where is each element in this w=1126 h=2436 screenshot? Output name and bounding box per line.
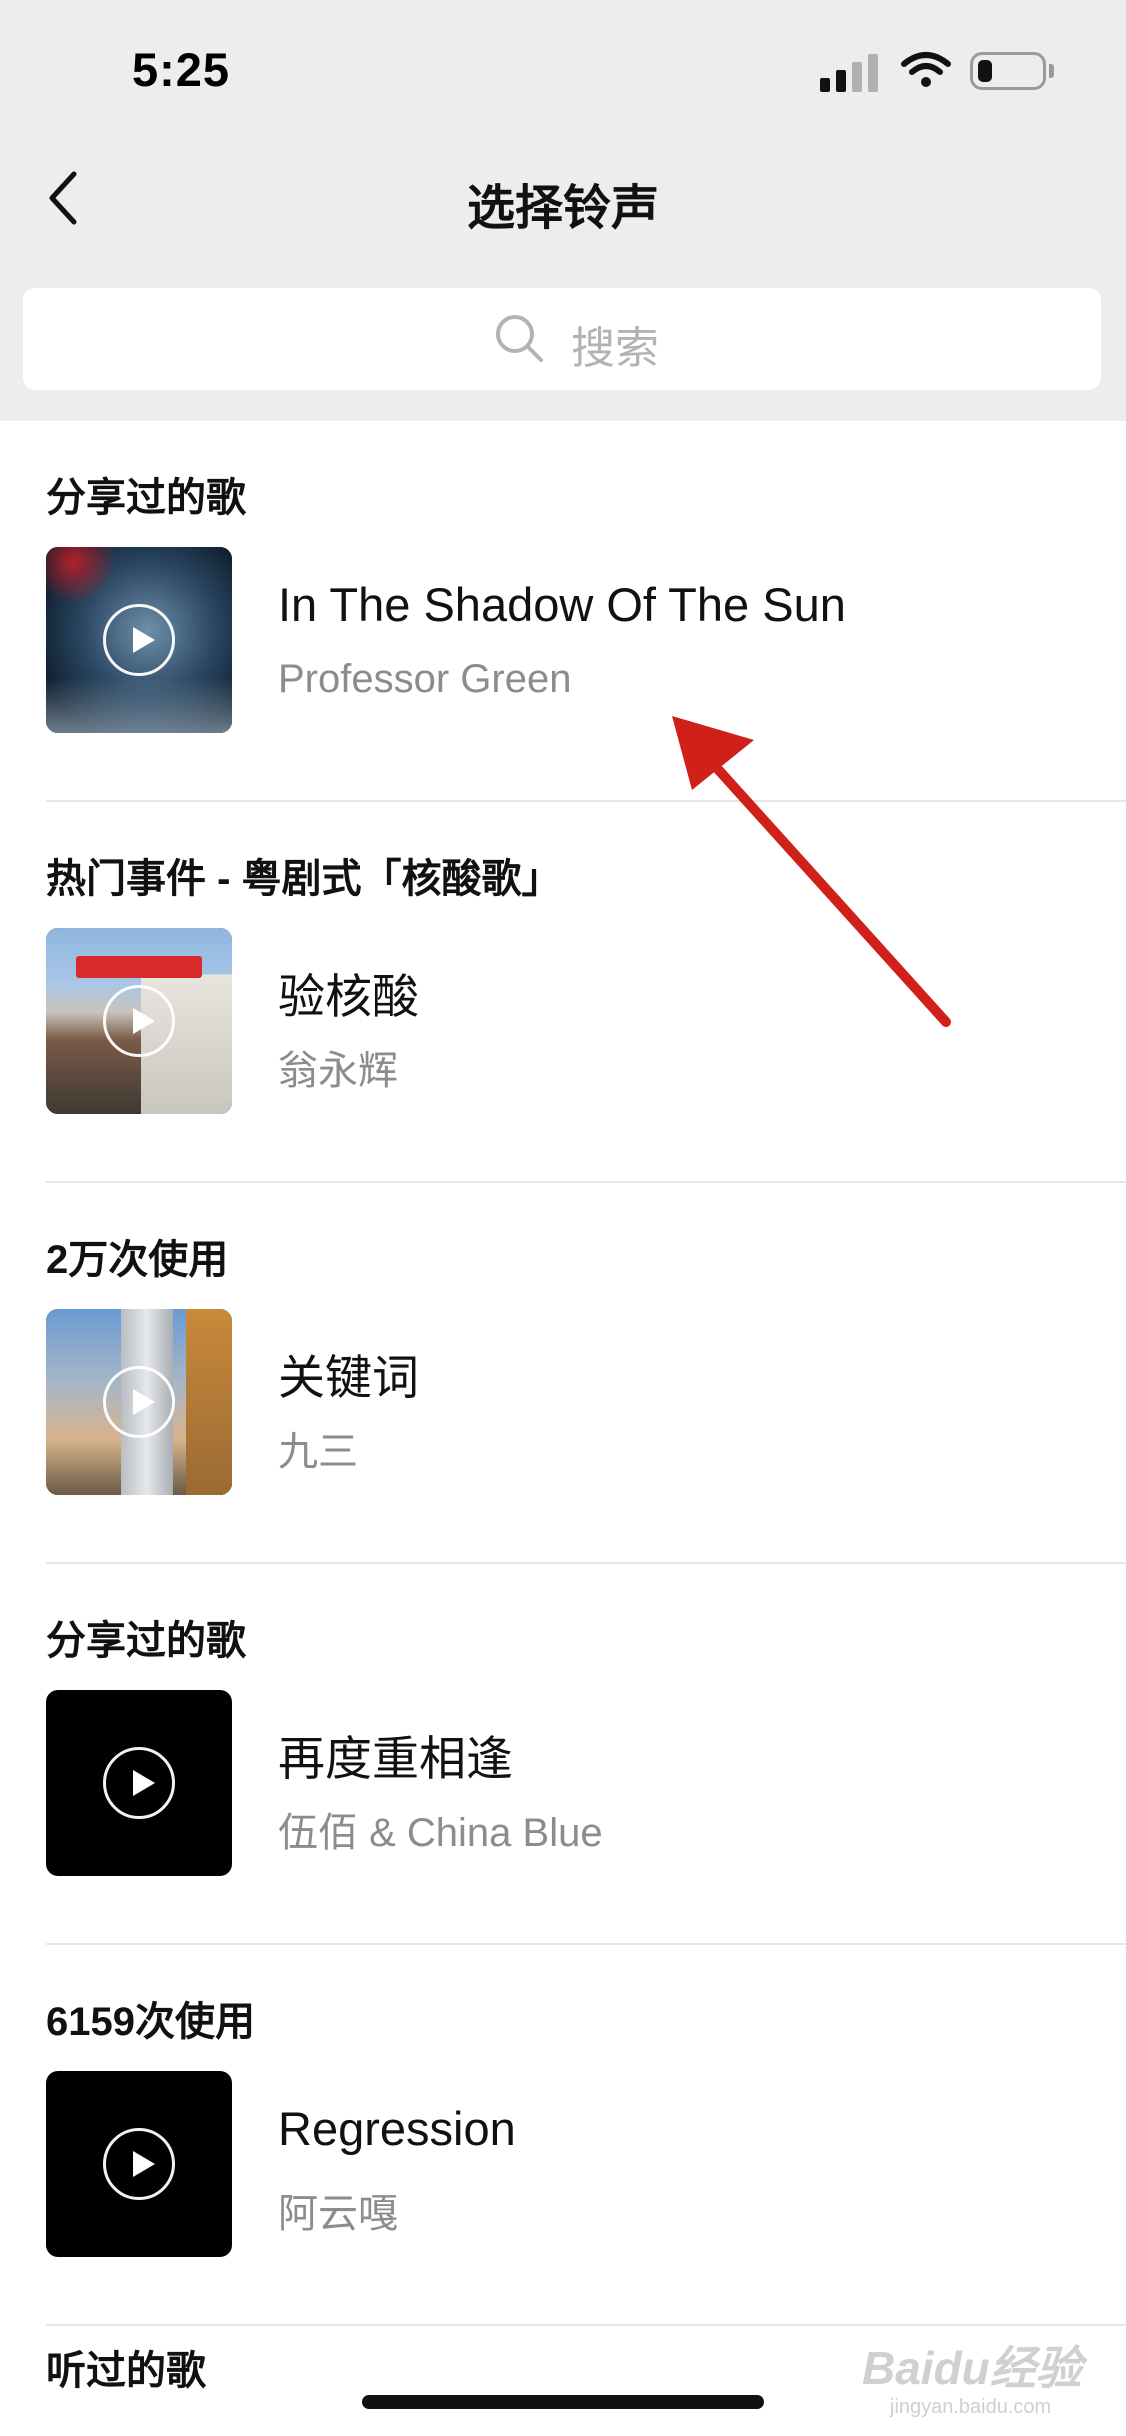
- watermark-url: jingyan.baidu.com: [890, 2396, 1052, 2418]
- annotation-arrow: [672, 716, 951, 1027]
- watermark: Baidu经验 jingyan.baidu.com: [862, 2326, 1102, 2426]
- home-indicator[interactable]: [362, 2395, 764, 2409]
- annotation-arrow-shaft: [701, 751, 951, 1027]
- annotation-arrow-head: [672, 716, 754, 790]
- watermark-logo: Baidu经验: [862, 2342, 1082, 2394]
